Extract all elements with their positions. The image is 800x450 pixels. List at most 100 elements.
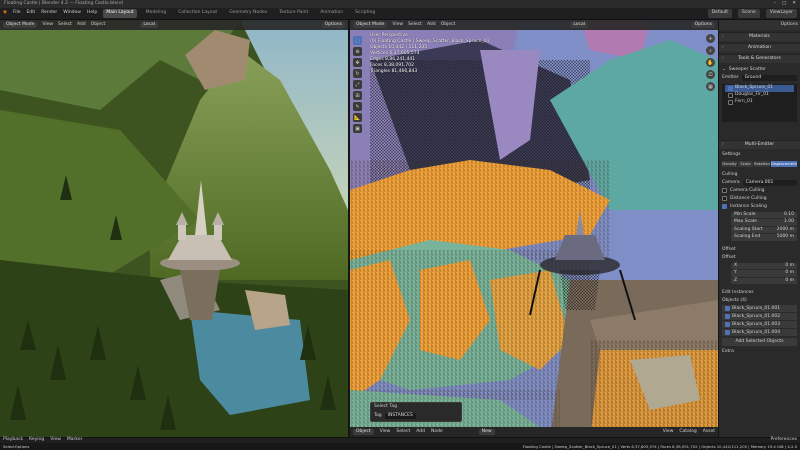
zoom-icon[interactable]: ⌕ bbox=[706, 46, 715, 55]
close-icon[interactable]: ✕ bbox=[792, 1, 796, 7]
section-animation[interactable]: › Animation bbox=[719, 43, 800, 52]
minimize-icon[interactable]: – bbox=[774, 1, 776, 7]
offset-sub-label: Offset bbox=[722, 254, 736, 260]
instance-scaling-checkbox[interactable]: Instance Scaling bbox=[719, 203, 800, 211]
workspace-tab-texture-paint[interactable]: Texture Paint bbox=[276, 9, 311, 18]
right-transform-dropdown[interactable]: Local bbox=[570, 21, 588, 29]
right-options-button[interactable]: Options bbox=[691, 21, 715, 29]
blender-logo-icon[interactable]: ◉ bbox=[3, 11, 7, 16]
section-materials[interactable]: › Materials bbox=[719, 32, 800, 41]
cursor-icon[interactable]: ⊕ bbox=[353, 47, 362, 56]
layer-selector[interactable]: Scene bbox=[738, 9, 760, 18]
grid-icon[interactable]: ▦ bbox=[706, 82, 715, 91]
asset-menu-asset[interactable]: Asset bbox=[703, 429, 715, 435]
footer-menu-add[interactable]: Add bbox=[416, 429, 425, 435]
list-item[interactable]: Douglas_Fir_01 bbox=[725, 92, 794, 99]
scale-icon[interactable]: ⤢ bbox=[353, 80, 362, 89]
menu-window[interactable]: Window bbox=[63, 11, 81, 16]
move-icon[interactable]: ✥ bbox=[353, 58, 362, 67]
footer-object-dropdown[interactable]: Object bbox=[353, 428, 374, 436]
footer-menu-view[interactable]: View bbox=[380, 429, 391, 435]
asset-menu-view[interactable]: View bbox=[663, 429, 674, 435]
distance-culling-checkbox[interactable]: Distance Culling bbox=[719, 195, 800, 203]
max-scale-field[interactable]: Max Scale 1.00 bbox=[731, 219, 797, 226]
offset-x-field[interactable]: X0 m bbox=[731, 262, 797, 270]
camera-view-icon[interactable]: ⎚ bbox=[706, 70, 715, 79]
scene-selector[interactable]: Default bbox=[707, 9, 733, 18]
settings-label: Settings bbox=[722, 151, 741, 157]
right-menu-add[interactable]: Add bbox=[427, 22, 436, 28]
left-menu-view[interactable]: View bbox=[42, 22, 53, 28]
section-tools-generators[interactable]: › Tools & Generators bbox=[719, 54, 800, 63]
axis-gizmo-icon[interactable]: ✛ bbox=[706, 34, 715, 43]
add-selected-objects-button[interactable]: Add Selected Objects bbox=[722, 338, 797, 347]
list-item[interactable]: Black_Spruce_01 bbox=[725, 85, 794, 92]
camera-culling-checkbox[interactable]: Camera Culling bbox=[719, 187, 800, 195]
camera-field[interactable]: Camera.001 bbox=[742, 179, 797, 187]
pan-hand-icon[interactable]: ✋ bbox=[706, 58, 715, 67]
workspace-tab-modeling[interactable]: Modeling bbox=[143, 9, 169, 18]
measure-icon[interactable]: 📐 bbox=[353, 113, 362, 122]
section-multi-emitter[interactable]: › Multi-Emitter bbox=[719, 140, 800, 149]
transform-icon[interactable]: ⊞ bbox=[353, 91, 362, 100]
right-viewport-header: Object Mode View Select Add Object Local… bbox=[350, 20, 718, 30]
tab-rotation[interactable]: Rotation bbox=[754, 161, 770, 167]
list-item[interactable]: Black_Spruce_01.004 bbox=[722, 329, 797, 337]
extra-header[interactable]: Extra bbox=[719, 348, 800, 356]
left-options-button[interactable]: Options bbox=[321, 21, 345, 29]
chevron-down-icon: ⌄ bbox=[722, 66, 726, 72]
list-item[interactable]: Black_Spruce_01.002 bbox=[722, 313, 797, 321]
view-layer-selector[interactable]: ViewLayer bbox=[765, 9, 797, 18]
left-mode-dropdown[interactable]: Object Mode bbox=[3, 21, 38, 29]
right-menu-view[interactable]: View bbox=[392, 22, 403, 28]
min-scale-field[interactable]: Min Scale 0.10 bbox=[731, 211, 797, 219]
operator-tag-field[interactable]: INSTANCES bbox=[384, 412, 416, 419]
maximize-icon[interactable]: □ bbox=[782, 1, 786, 7]
status-left: Select bbox=[3, 444, 15, 449]
right-menu-select[interactable]: Select bbox=[408, 22, 422, 28]
menu-file[interactable]: File bbox=[13, 11, 21, 16]
sweep-scatter-header[interactable]: ⌄ Sweeper Scatter bbox=[719, 66, 800, 74]
offset-z-field[interactable]: Z0 m bbox=[731, 277, 797, 285]
left-3d-viewport[interactable]: Object Mode View Select Add Object Local… bbox=[0, 20, 348, 441]
emitter-field[interactable]: Ground bbox=[741, 74, 797, 82]
operator-title[interactable]: Select Tag bbox=[374, 404, 458, 410]
annotate-icon[interactable]: ✎ bbox=[353, 102, 362, 111]
rotate-icon[interactable]: ↻ bbox=[353, 69, 362, 78]
offset-header[interactable]: Offset bbox=[719, 246, 800, 254]
scaling-end-field[interactable]: Scaling End 5000 m bbox=[731, 234, 797, 241]
menu-edit[interactable]: Edit bbox=[26, 11, 35, 16]
last-operator-panel: Select Tag Tag INSTANCES bbox=[370, 402, 462, 422]
list-item[interactable]: Fern_01 bbox=[725, 99, 794, 106]
tab-scale[interactable]: Scale bbox=[738, 161, 753, 167]
add-cube-icon[interactable]: ▣ bbox=[353, 124, 362, 133]
scaling-start-field[interactable]: Scaling Start 2000 m bbox=[731, 226, 797, 234]
asset-menu-catalog[interactable]: Catalog bbox=[679, 429, 696, 435]
tab-density[interactable]: Density bbox=[722, 161, 737, 167]
workspace-tab-scripting[interactable]: Scripting bbox=[352, 9, 378, 18]
list-item[interactable]: Black_Spruce_01.003 bbox=[722, 321, 797, 329]
right-3d-viewport[interactable]: Object Mode View Select Add Object Local… bbox=[350, 20, 718, 441]
right-menu-object[interactable]: Object bbox=[441, 22, 456, 28]
footer-menu-node[interactable]: Node bbox=[431, 429, 443, 435]
list-item[interactable]: Black_Spruce_01.001 bbox=[722, 305, 797, 313]
footer-menu-select[interactable]: Select bbox=[396, 429, 410, 435]
tab-displacement[interactable]: Displacement bbox=[770, 161, 797, 167]
workspace-tab-main-layout[interactable]: Main Layout bbox=[103, 9, 137, 18]
select-box-icon[interactable]: ⬚ bbox=[353, 36, 362, 45]
edit-instances-header[interactable]: Edit Instances bbox=[719, 289, 800, 297]
left-menu-object[interactable]: Object bbox=[91, 22, 106, 28]
footer-new-button[interactable]: New bbox=[478, 428, 495, 436]
menu-render[interactable]: Render bbox=[41, 11, 57, 16]
right-mode-dropdown[interactable]: Object Mode bbox=[353, 21, 388, 29]
left-menu-add[interactable]: Add bbox=[77, 22, 86, 28]
left-transform-dropdown[interactable]: Local bbox=[140, 21, 158, 29]
workspace-tab-collection-layout[interactable]: Collection Layout bbox=[175, 9, 220, 18]
sidebar-options-button[interactable]: Options bbox=[781, 22, 798, 28]
menu-help[interactable]: Help bbox=[87, 11, 97, 16]
offset-y-field[interactable]: Y0 m bbox=[731, 270, 797, 277]
workspace-tab-animation[interactable]: Animation bbox=[317, 9, 346, 18]
workspace-tab-geometry-nodes[interactable]: Geometry Nodes bbox=[226, 9, 270, 18]
culling-header[interactable]: Culling bbox=[719, 171, 800, 179]
left-menu-select[interactable]: Select bbox=[58, 22, 72, 28]
